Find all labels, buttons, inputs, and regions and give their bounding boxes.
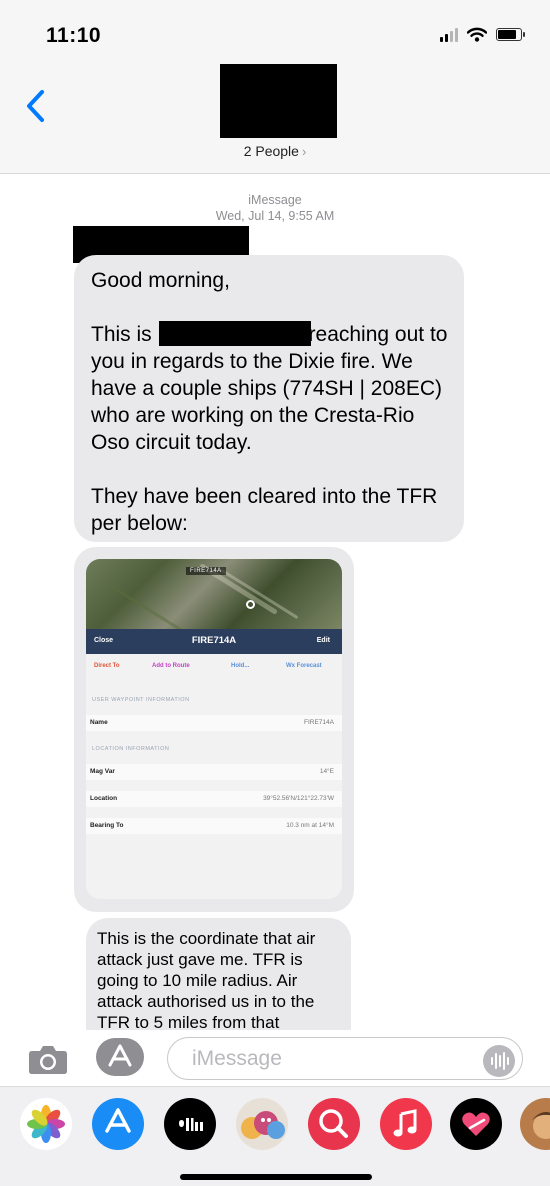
- row-location-label: Location: [90, 795, 118, 802]
- imessage-app-drawer: [0, 1086, 550, 1186]
- conversation-header: 11:10 2 People ›: [0, 0, 550, 174]
- apple-pay-app-icon[interactable]: [164, 1098, 216, 1150]
- row-location: Location 39°52.56'N/121°22.73'W: [86, 791, 342, 807]
- incoming-message-bubble-2[interactable]: This is the coordinate that air attack j…: [86, 918, 351, 1030]
- message-2-text: This is the coordinate that air attack j…: [97, 929, 316, 1030]
- attachment-actions: Direct To Add to Route Hold... Wx Foreca…: [86, 663, 342, 675]
- row-bearing-label: Bearing To: [90, 822, 124, 829]
- message-this-is: This is: [91, 323, 152, 346]
- people-details-link[interactable]: 2 People ›: [0, 143, 550, 159]
- image-attachment-bubble[interactable]: FIRE714A Close FIRE714A Edit Direct To A…: [74, 547, 354, 912]
- music-app-icon[interactable]: [380, 1098, 432, 1150]
- camera-icon[interactable]: [28, 1043, 68, 1075]
- status-icons: [440, 27, 525, 42]
- action-hold: Hold...: [231, 663, 250, 669]
- status-time: 11:10: [46, 24, 102, 47]
- digital-touch-app-icon[interactable]: [450, 1098, 502, 1150]
- row-bearing: Bearing To 10.3 nm at 14°M: [86, 818, 342, 834]
- photos-app-icon[interactable]: [20, 1098, 72, 1150]
- message-timestamp: Wed, Jul 14, 9:55 AM: [215, 209, 335, 223]
- row-name-label: Name: [90, 719, 108, 726]
- map-waypoint-label: FIRE714A: [186, 567, 226, 575]
- attachment-edit-label: Edit: [316, 637, 330, 644]
- row-mag-var-value: 14°E: [319, 768, 334, 775]
- row-mag-var: Mag Var 14°E: [86, 764, 342, 780]
- back-chevron-icon[interactable]: [22, 86, 52, 126]
- section-waypoint-info: USER WAYPOINT INFORMATION: [92, 697, 190, 703]
- memoji-stickers-app-icon[interactable]: [520, 1098, 550, 1150]
- row-bearing-value: 10.3 nm at 14°M: [286, 822, 334, 829]
- home-indicator[interactable]: [180, 1174, 372, 1180]
- map-pin-icon: [246, 600, 255, 609]
- message-body: This is reaching out to you in regards t…: [91, 321, 448, 456]
- compose-bar: iMessage: [0, 1030, 550, 1085]
- app-store-app-icon[interactable]: [92, 1098, 144, 1150]
- image-search-app-icon[interactable]: [308, 1098, 360, 1150]
- row-location-value: 39°52.56'N/121°22.73'W: [263, 795, 334, 802]
- row-name: Name FIRE714A: [86, 715, 342, 731]
- section-location-info: LOCATION INFORMATION: [92, 746, 170, 752]
- waveform-icon: [491, 1052, 509, 1070]
- memoji-app-icon[interactable]: [236, 1098, 288, 1150]
- app-store-button[interactable]: [96, 1038, 144, 1076]
- audio-message-button[interactable]: [483, 1045, 515, 1077]
- row-name-value: FIRE714A: [304, 719, 334, 726]
- app-store-icon: [108, 1044, 132, 1067]
- attachment-title: FIRE714A: [191, 635, 237, 646]
- attachment-title-bar: Close FIRE714A Edit: [86, 629, 342, 654]
- message-cleared: They have been cleared into the TFR per …: [91, 485, 438, 535]
- cellular-signal-icon: [440, 27, 458, 42]
- action-wx-forecast: Wx Forecast: [286, 663, 322, 669]
- row-mag-var-label: Mag Var: [90, 768, 115, 775]
- attachment-screenshot[interactable]: FIRE714A Close FIRE714A Edit Direct To A…: [86, 559, 342, 899]
- message-input[interactable]: iMessage: [167, 1037, 523, 1080]
- message-thread[interactable]: iMessage Wed, Jul 14, 9:55 AM Good morni…: [0, 175, 550, 1030]
- battery-icon: [496, 28, 525, 41]
- action-direct-to: Direct To: [94, 663, 120, 669]
- message-greeting: Good morning,: [91, 269, 230, 292]
- action-add-to-route: Add to Route: [152, 663, 190, 669]
- redacted-contact-avatar[interactable]: [220, 64, 337, 138]
- chevron-right-icon: ›: [301, 144, 307, 159]
- attachment-map: FIRE714A: [86, 559, 342, 635]
- service-label: iMessage: [248, 193, 302, 207]
- incoming-message-bubble[interactable]: Good morning, This is reaching out to yo…: [74, 255, 464, 542]
- people-label: 2 People: [243, 143, 299, 159]
- redacted-sender-inline: [158, 321, 311, 346]
- wifi-icon: [467, 27, 487, 42]
